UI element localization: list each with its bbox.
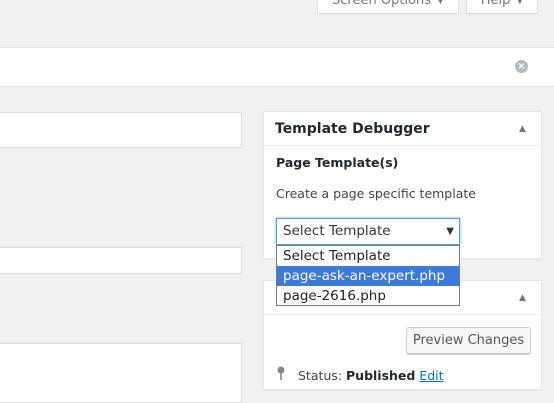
content-editor[interactable]	[0, 343, 242, 403]
template-dropdown-list: Select Template page-ask-an-expert.php p…	[276, 245, 460, 306]
status-label: Status:	[297, 368, 343, 383]
dropdown-option-highlighted[interactable]: page-ask-an-expert.php	[277, 266, 459, 286]
template-select-value: Select Template	[283, 223, 391, 239]
pin-icon	[276, 366, 290, 383]
status-row: Status: Published Edit	[276, 366, 444, 383]
dropdown-caret-icon: ▼	[446, 226, 454, 237]
dropdown-option[interactable]: page-2616.php	[277, 286, 459, 306]
collapse-arrow-icon[interactable]: ▲	[519, 124, 526, 134]
panel-header[interactable]: Template Debugger ▲	[264, 112, 541, 146]
panel-title: Template Debugger	[275, 121, 430, 137]
chevron-down-icon: ▼	[437, 0, 444, 6]
notice-bar	[0, 47, 554, 87]
dismiss-icon[interactable]: ×	[515, 60, 528, 73]
preview-changes-button[interactable]: Preview Changes	[406, 327, 531, 354]
help-label: Help	[480, 0, 511, 8]
description-text: Create a page specific template	[276, 186, 476, 201]
title-field[interactable]	[0, 112, 242, 148]
collapse-arrow-icon[interactable]: ▲	[519, 293, 526, 303]
chevron-down-icon: ▼	[516, 0, 524, 6]
screen-options-label: Screen Options	[332, 0, 432, 8]
screen-options-button[interactable]: Screen Options ▼	[317, 0, 459, 14]
edit-status-link[interactable]: Edit	[419, 368, 443, 383]
status-value: Published	[346, 368, 416, 383]
help-button[interactable]: Help ▼	[466, 0, 538, 14]
page-templates-label: Page Template(s)	[276, 155, 399, 170]
dropdown-option[interactable]: Select Template	[277, 246, 459, 266]
template-select[interactable]: Select Template ▼	[276, 218, 460, 245]
text-field[interactable]	[0, 247, 242, 274]
